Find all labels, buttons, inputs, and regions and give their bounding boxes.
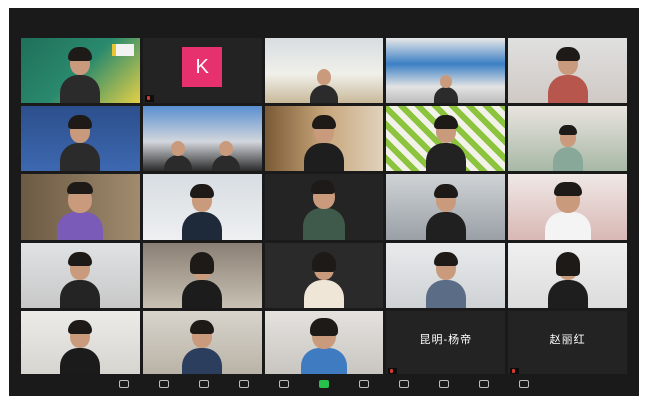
participant-video bbox=[211, 139, 241, 172]
audio-icon bbox=[119, 380, 129, 388]
participant-video bbox=[58, 319, 102, 376]
record-button[interactable] bbox=[388, 380, 420, 390]
record-icon bbox=[399, 380, 409, 388]
participants-button[interactable] bbox=[228, 380, 260, 390]
share-screen-button[interactable] bbox=[308, 380, 340, 390]
chat-icon bbox=[279, 380, 289, 388]
mic-muted-icon bbox=[512, 368, 516, 373]
video-tile-active-speaker[interactable] bbox=[21, 38, 140, 104]
video-tile[interactable] bbox=[142, 310, 262, 376]
video-tile-off[interactable]: 昆明-杨帝 bbox=[386, 310, 506, 376]
video-tile[interactable] bbox=[21, 174, 140, 240]
share-screen-icon bbox=[319, 380, 329, 388]
polls-icon bbox=[359, 380, 369, 388]
more-button[interactable] bbox=[508, 380, 540, 390]
security-icon bbox=[199, 380, 209, 388]
meeting-toolbar bbox=[9, 374, 639, 396]
avatar: K bbox=[182, 46, 223, 87]
video-tile[interactable]: K bbox=[142, 38, 262, 104]
participant-video bbox=[163, 139, 193, 172]
video-tile[interactable] bbox=[21, 310, 140, 376]
participant-video bbox=[424, 251, 468, 308]
participant-video bbox=[58, 47, 102, 104]
participant-video bbox=[424, 183, 468, 240]
participant-video bbox=[299, 317, 349, 376]
participant-video bbox=[301, 179, 347, 240]
participant-video bbox=[543, 181, 593, 240]
video-icon bbox=[159, 380, 169, 388]
video-tile[interactable] bbox=[386, 174, 506, 240]
participant-video bbox=[58, 115, 102, 172]
video-tile[interactable] bbox=[508, 242, 627, 308]
video-tile[interactable] bbox=[142, 242, 262, 308]
video-tile[interactable] bbox=[264, 310, 384, 376]
chat-button[interactable] bbox=[268, 380, 300, 390]
video-tile[interactable] bbox=[508, 38, 627, 104]
video-tile[interactable] bbox=[386, 242, 506, 308]
breakout-rooms-button[interactable] bbox=[428, 380, 460, 390]
participant-video bbox=[424, 115, 468, 172]
participant-video bbox=[180, 183, 224, 240]
participant-video bbox=[302, 251, 346, 308]
participant-video bbox=[546, 47, 590, 104]
video-tile[interactable] bbox=[264, 106, 384, 172]
more-icon bbox=[519, 380, 529, 388]
video-tile[interactable] bbox=[508, 106, 627, 172]
logo-icon bbox=[111, 44, 134, 56]
participant-video bbox=[309, 67, 339, 104]
video-button[interactable] bbox=[148, 380, 180, 390]
video-tile[interactable] bbox=[508, 174, 627, 240]
video-tile[interactable] bbox=[21, 106, 140, 172]
video-tile[interactable] bbox=[386, 106, 506, 172]
participant-video bbox=[433, 73, 459, 104]
participant-video bbox=[551, 125, 585, 172]
participant-video bbox=[302, 115, 346, 172]
video-tile[interactable] bbox=[264, 242, 384, 308]
breakout-rooms-icon bbox=[439, 380, 449, 388]
video-tile[interactable] bbox=[264, 174, 384, 240]
video-tile-off[interactable]: 赵丽红 bbox=[508, 310, 627, 376]
participant-display-name: 赵丽红 bbox=[549, 334, 586, 347]
reactions-button[interactable] bbox=[468, 380, 500, 390]
participant-video bbox=[180, 319, 224, 376]
video-tile[interactable] bbox=[142, 174, 262, 240]
video-tile[interactable] bbox=[264, 38, 384, 104]
zoom-meeting-window: K 昆明-杨帝 赵丽红 bbox=[9, 8, 639, 396]
participant-display-name: 昆明-杨帝 bbox=[419, 334, 473, 347]
reactions-icon bbox=[479, 380, 489, 388]
participant-video bbox=[546, 251, 590, 308]
participant-name bbox=[144, 95, 154, 103]
video-tile[interactable] bbox=[386, 38, 506, 104]
participant-video bbox=[180, 251, 224, 308]
participants-icon bbox=[239, 380, 249, 388]
polls-button[interactable] bbox=[348, 380, 380, 390]
video-tile[interactable] bbox=[21, 242, 140, 308]
mic-muted-icon bbox=[390, 368, 394, 373]
gallery-view-grid: K 昆明-杨帝 赵丽红 bbox=[21, 38, 627, 376]
audio-button[interactable] bbox=[108, 380, 140, 390]
video-tile[interactable] bbox=[142, 106, 262, 172]
participant-video bbox=[55, 181, 105, 240]
mic-muted-icon bbox=[146, 96, 150, 101]
participant-video bbox=[58, 251, 102, 308]
security-button[interactable] bbox=[188, 380, 220, 390]
